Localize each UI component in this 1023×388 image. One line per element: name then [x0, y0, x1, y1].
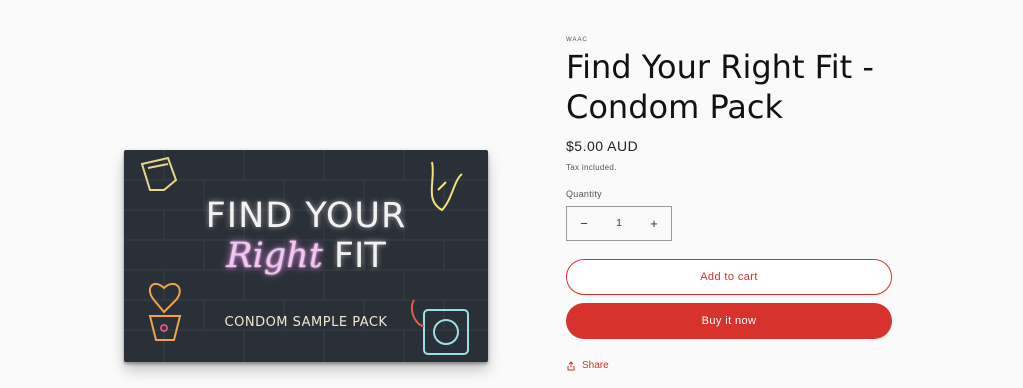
product-title: Find Your Right Fit - Condom Pack	[566, 48, 874, 126]
product-media: FIND YOUR Right FIT CONDOM SAMPLE PACK	[0, 0, 540, 388]
heart-pack-neon-icon	[148, 282, 182, 341]
box-headline-script: Right	[226, 236, 323, 276]
quantity-increment-button[interactable]: +	[637, 207, 671, 240]
tax-note: Tax included.	[566, 163, 617, 172]
quantity-decrement-button[interactable]: −	[567, 207, 601, 240]
quantity-stepper: − 1 +	[566, 206, 672, 241]
condom-pack-box: FIND YOUR Right FIT CONDOM SAMPLE PACK	[124, 150, 488, 362]
condom-neon-icon	[140, 156, 178, 191]
product-vendor: WAAC	[566, 37, 588, 43]
box-headline-fit: FIT	[322, 236, 386, 276]
product-image[interactable]: FIND YOUR Right FIT CONDOM SAMPLE PACK	[124, 150, 490, 365]
share-icon	[567, 360, 575, 370]
product-page: FIND YOUR Right FIT CONDOM SAMPLE PACK W…	[0, 0, 1023, 388]
share-label: Share	[582, 360, 609, 371]
add-to-cart-button[interactable]: Add to cart	[566, 259, 892, 295]
product-price: $5.00 AUD	[566, 138, 639, 154]
box-headline: FIND YOUR	[205, 196, 407, 236]
quantity-label: Quantity	[566, 189, 602, 199]
box-headline-second: Right FIT	[124, 236, 488, 276]
quantity-input[interactable]: 1	[601, 218, 637, 229]
share-button[interactable]: Share	[566, 360, 609, 371]
buy-now-button[interactable]: Buy it now	[566, 303, 892, 339]
box-subtitle: CONDOM SAMPLE PACK	[224, 315, 388, 330]
